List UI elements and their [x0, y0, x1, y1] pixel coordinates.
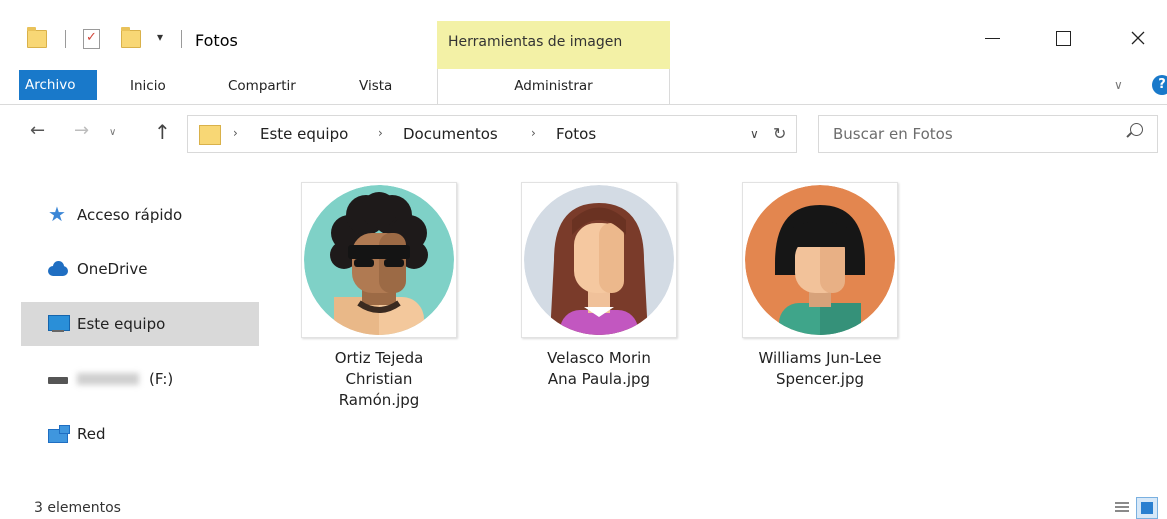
details-view-icon[interactable] — [1113, 499, 1131, 517]
sidebar-item-label: Acceso rápido — [77, 206, 183, 224]
minimize-button[interactable] — [977, 25, 1007, 51]
ribbon-tabs: Archivo Inicio Compartir Vista Administr… — [0, 69, 1167, 105]
computer-icon — [48, 315, 70, 333]
sidebar-item-label: Este equipo — [77, 315, 166, 333]
sidebar-item-label: OneDrive — [77, 260, 148, 278]
drive-icon — [48, 370, 68, 388]
item-count: 3 elementos — [34, 500, 121, 516]
network-icon — [48, 425, 70, 443]
maximize-button[interactable] — [1048, 25, 1078, 51]
context-tab-label: Herramientas de imagen — [448, 34, 623, 50]
toolbar-separator — [65, 30, 66, 48]
navigation-pane: Acceso rápido OneDrive Este equipo (F:) … — [0, 158, 262, 485]
file-name[interactable]: Williams Jun-Lee Spencer.jpg — [735, 348, 905, 390]
breadcrumb-este-equipo[interactable]: Este equipo — [260, 125, 348, 143]
bowl-cut-avatar-icon — [745, 185, 895, 335]
file-thumbnail[interactable] — [742, 182, 898, 338]
file-item[interactable]: Velasco Morin Ana Paula.jpg — [514, 182, 684, 390]
star-icon — [48, 202, 68, 226]
tab-inicio[interactable]: Inicio — [130, 69, 166, 104]
sidebar-item-onedrive[interactable]: OneDrive — [21, 247, 259, 291]
breadcrumb-separator[interactable]: › — [233, 126, 238, 140]
redacted-drive-name — [77, 373, 139, 385]
sidebar-item-label: Red — [77, 425, 106, 443]
breadcrumb-separator[interactable]: › — [378, 126, 383, 140]
file-name-line: Spencer.jpg — [775, 370, 865, 388]
file-name[interactable]: Ortiz Tejeda Christian Ramón.jpg — [294, 348, 464, 411]
file-name-line: Christian — [345, 370, 413, 388]
title-bar: ▾ Fotos Herramientas de imagen — [0, 0, 1167, 69]
close-icon — [1131, 31, 1145, 45]
address-bar[interactable]: › Este equipo › Documentos › Fotos ∨ ↻ — [187, 115, 797, 153]
forward-arrow-icon[interactable]: → — [74, 122, 89, 140]
file-name-line: Williams Jun-Lee — [758, 349, 882, 367]
window-title: Fotos — [195, 31, 238, 50]
new-folder-icon[interactable] — [121, 27, 141, 48]
properties-icon[interactable] — [83, 29, 100, 49]
file-thumbnail[interactable] — [521, 182, 677, 338]
refresh-icon[interactable]: ↻ — [773, 124, 786, 143]
long-hair-avatar-icon — [524, 185, 674, 335]
up-arrow-icon[interactable]: ↑ — [154, 120, 171, 144]
sidebar-item-drive-f[interactable]: (F:) — [21, 357, 259, 401]
file-list: Ortiz Tejeda Christian Ramón.jpg Velasco… — [262, 158, 1167, 485]
toolbar-separator — [181, 30, 182, 48]
customize-toolbar-icon[interactable]: ▾ — [157, 30, 163, 44]
file-item[interactable]: Ortiz Tejeda Christian Ramón.jpg — [294, 182, 464, 411]
file-name-line: Velasco Morin — [547, 349, 651, 367]
close-button[interactable] — [1123, 25, 1153, 51]
sidebar-item-label: (F:) — [149, 370, 174, 388]
large-icons-view-icon[interactable] — [1136, 497, 1158, 519]
sidebar-item-acceso-rapido[interactable]: Acceso rápido — [21, 193, 259, 237]
folder-icon — [199, 125, 221, 145]
tab-vista[interactable]: Vista — [359, 69, 392, 104]
expand-ribbon-icon[interactable]: ∨ — [1114, 78, 1123, 92]
file-name-line: Ramón.jpg — [338, 391, 420, 409]
recent-locations-icon[interactable]: ∨ — [109, 127, 116, 138]
file-thumbnail[interactable] — [301, 182, 457, 338]
address-dropdown-icon[interactable]: ∨ — [750, 127, 759, 141]
back-arrow-icon[interactable]: ← — [30, 122, 45, 140]
breadcrumb-fotos[interactable]: Fotos — [556, 125, 596, 143]
file-name-line: Ortiz Tejeda — [334, 349, 424, 367]
afro-sunglasses-avatar-icon — [304, 185, 454, 335]
cloud-icon — [48, 260, 68, 278]
file-name-line: Ana Paula.jpg — [547, 370, 651, 388]
file-name[interactable]: Velasco Morin Ana Paula.jpg — [514, 348, 684, 390]
search-icon[interactable] — [1130, 123, 1143, 136]
tab-compartir[interactable]: Compartir — [228, 69, 296, 104]
navigation-bar: ← → ∨ ↑ › Este equipo › Documentos › Fot… — [0, 106, 1167, 158]
help-icon[interactable]: ? — [1152, 75, 1167, 95]
status-bar: 3 elementos — [0, 485, 1167, 519]
search-input[interactable]: Buscar en Fotos — [818, 115, 1158, 153]
folder-icon — [27, 27, 47, 48]
tab-administrar[interactable]: Administrar — [437, 69, 670, 104]
sidebar-item-red[interactable]: Red — [21, 412, 259, 456]
search-placeholder: Buscar en Fotos — [833, 125, 953, 143]
context-tab-header: Herramientas de imagen — [437, 21, 670, 69]
tab-archivo[interactable]: Archivo — [19, 70, 97, 100]
file-item[interactable]: Williams Jun-Lee Spencer.jpg — [735, 182, 905, 390]
breadcrumb-separator[interactable]: › — [531, 126, 536, 140]
sidebar-item-este-equipo[interactable]: Este equipo — [21, 302, 259, 346]
breadcrumb-documentos[interactable]: Documentos — [403, 125, 498, 143]
